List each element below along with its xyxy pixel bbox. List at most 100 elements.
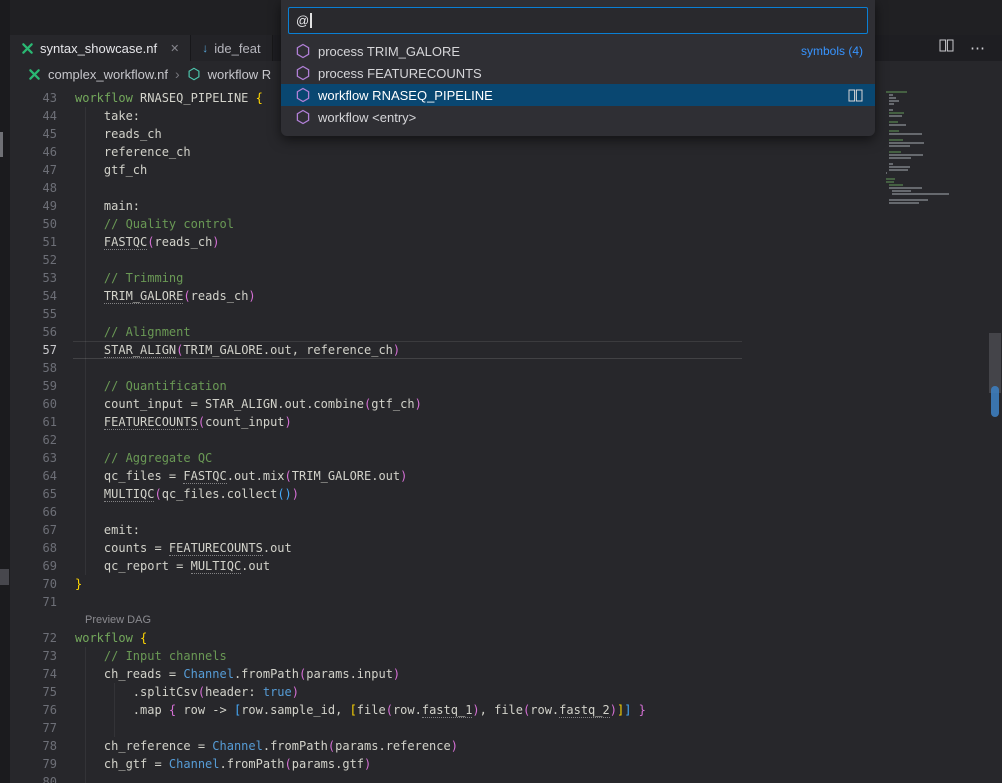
code-line[interactable]: 80 — [10, 773, 872, 783]
code-line[interactable]: 48 — [10, 179, 872, 197]
code-line[interactable]: 62 — [10, 431, 872, 449]
code-line[interactable]: 52 — [10, 251, 872, 269]
quick-open-item[interactable]: workflow RNASEQ_PIPELINE — [281, 84, 875, 106]
code-line[interactable]: 55 — [10, 305, 872, 323]
minimap-line — [886, 178, 895, 180]
tab-label: ide_feat — [214, 41, 260, 56]
minimap-line — [889, 184, 903, 186]
code-line[interactable]: 72workflow { — [10, 629, 872, 647]
close-tab-icon[interactable]: ✕ — [170, 42, 179, 55]
code-line[interactable]: 78 ch_reference = Channel.fromPath(param… — [10, 737, 872, 755]
line-number: 77 — [10, 719, 75, 737]
code-line[interactable]: 71 — [10, 593, 872, 611]
code-line[interactable]: 51 FASTQC(reads_ch) — [10, 233, 872, 251]
nextflow-file-icon — [21, 42, 34, 55]
tab-ide-features[interactable]: ↓ ide_feat — [191, 35, 272, 61]
code-line[interactable]: 56 // Alignment — [10, 323, 872, 341]
code-line[interactable]: 57 STAR_ALIGN(TRIM_GALORE.out, reference… — [10, 341, 872, 359]
code-line[interactable]: 67 emit: — [10, 521, 872, 539]
minimap-line — [892, 193, 949, 195]
code-line[interactable]: 58 — [10, 359, 872, 377]
code-line[interactable]: 65 MULTIQC(qc_files.collect()) — [10, 485, 872, 503]
codelens-link[interactable]: Preview DAG — [85, 611, 151, 629]
line-number: 54 — [10, 287, 75, 305]
line-number: 50 — [10, 215, 75, 233]
line-number: 62 — [10, 431, 75, 449]
code-line[interactable]: 60 count_input = STAR_ALIGN.out.combine(… — [10, 395, 872, 413]
minimap[interactable] — [880, 87, 976, 783]
activity-strip — [0, 0, 10, 783]
minimap-line — [889, 112, 903, 114]
quick-open-item[interactable]: process FEATURECOUNTS — [281, 62, 875, 84]
breadcrumb-file[interactable]: complex_workflow.nf — [48, 67, 168, 82]
codelens-row[interactable]: Preview DAG — [10, 611, 872, 629]
minimap-line — [889, 157, 911, 159]
text-caret — [310, 13, 312, 28]
line-number: 64 — [10, 467, 75, 485]
code-line[interactable]: 70} — [10, 575, 872, 593]
code-line[interactable]: 75 .splitCsv(header: true) — [10, 683, 872, 701]
symbol-icon — [295, 43, 311, 59]
code-line[interactable]: 64 qc_files = FASTQC.out.mix(TRIM_GALORE… — [10, 467, 872, 485]
code-line[interactable]: 76 .map { row -> [row.sample_id, [file(r… — [10, 701, 872, 719]
minimap-line — [889, 199, 928, 201]
code-line[interactable]: 66 — [10, 503, 872, 521]
code-line[interactable]: 59 // Quantification — [10, 377, 872, 395]
line-number: 58 — [10, 359, 75, 377]
vertical-scrollbar[interactable] — [988, 87, 1002, 783]
line-number: 70 — [10, 575, 75, 593]
code-line[interactable]: 61 FEATURECOUNTS(count_input) — [10, 413, 872, 431]
line-number: 48 — [10, 179, 75, 197]
tab-syntax-showcase[interactable]: syntax_showcase.nf ✕ — [10, 35, 191, 61]
line-number: 43 — [10, 89, 75, 107]
line-number: 80 — [10, 773, 75, 783]
code-editor[interactable]: 43workflow RNASEQ_PIPELINE {44 take:45 r… — [10, 87, 1002, 783]
split-editor-icon[interactable] — [939, 39, 954, 57]
quick-open-item-label: process FEATURECOUNTS — [318, 66, 482, 81]
code-line[interactable]: 69 qc_report = MULTIQC.out — [10, 557, 872, 575]
line-number: 79 — [10, 755, 75, 773]
minimap-line — [889, 130, 899, 132]
line-number: 73 — [10, 647, 75, 665]
code-line[interactable]: 53 // Trimming — [10, 269, 872, 287]
breadcrumb-symbol[interactable]: workflow R — [208, 67, 272, 82]
download-file-icon: ↓ — [202, 41, 208, 55]
minimap-line — [889, 100, 899, 102]
open-to-side-icon[interactable] — [848, 89, 863, 102]
quick-open-item-label: process TRIM_GALORE — [318, 44, 460, 59]
minimap-line — [889, 145, 910, 147]
code-line[interactable]: 73 // Input channels — [10, 647, 872, 665]
line-number: 49 — [10, 197, 75, 215]
code-line[interactable]: 74 ch_reads = Channel.fromPath(params.in… — [10, 665, 872, 683]
code-line[interactable]: 77 — [10, 719, 872, 737]
nextflow-file-icon — [28, 68, 41, 81]
code-editor-window: syntax_showcase.nf ✕ ↓ ide_feat ⋯ comple… — [0, 0, 1002, 783]
more-actions-icon[interactable]: ⋯ — [970, 39, 986, 57]
line-number: 55 — [10, 305, 75, 323]
minimap-line — [889, 103, 894, 105]
tab-label: syntax_showcase.nf — [40, 41, 157, 56]
code-line[interactable]: 79 ch_gtf = Channel.fromPath(params.gtf) — [10, 755, 872, 773]
code-line[interactable]: 47 gtf_ch — [10, 161, 872, 179]
line-number: 76 — [10, 701, 75, 719]
code-line[interactable]: 54 TRIM_GALORE(reads_ch) — [10, 287, 872, 305]
minimap-line — [889, 124, 906, 126]
minimap-line — [889, 154, 923, 156]
code-line[interactable]: 46 reference_ch — [10, 143, 872, 161]
code-lines[interactable]: 43workflow RNASEQ_PIPELINE {44 take:45 r… — [10, 89, 872, 783]
code-line[interactable]: 50 // Quality control — [10, 215, 872, 233]
minimap-line — [889, 142, 924, 144]
line-number: 68 — [10, 539, 75, 557]
line-number: 71 — [10, 593, 75, 611]
minimap-line — [889, 133, 922, 135]
code-line[interactable]: 49 main: — [10, 197, 872, 215]
quick-open-input[interactable]: @ — [288, 7, 868, 34]
quick-open-item[interactable]: workflow <entry> — [281, 106, 875, 128]
quick-open-list: process TRIM_GALOREsymbols (4) process FE… — [281, 40, 875, 128]
minimap-line — [886, 181, 894, 183]
scrollbar-thumb[interactable] — [989, 333, 1001, 393]
code-line[interactable]: 68 counts = FEATURECOUNTS.out — [10, 539, 872, 557]
quick-open-item[interactable]: process TRIM_GALOREsymbols (4) — [281, 40, 875, 62]
code-line[interactable]: 63 // Aggregate QC — [10, 449, 872, 467]
minimap-line — [889, 151, 901, 153]
